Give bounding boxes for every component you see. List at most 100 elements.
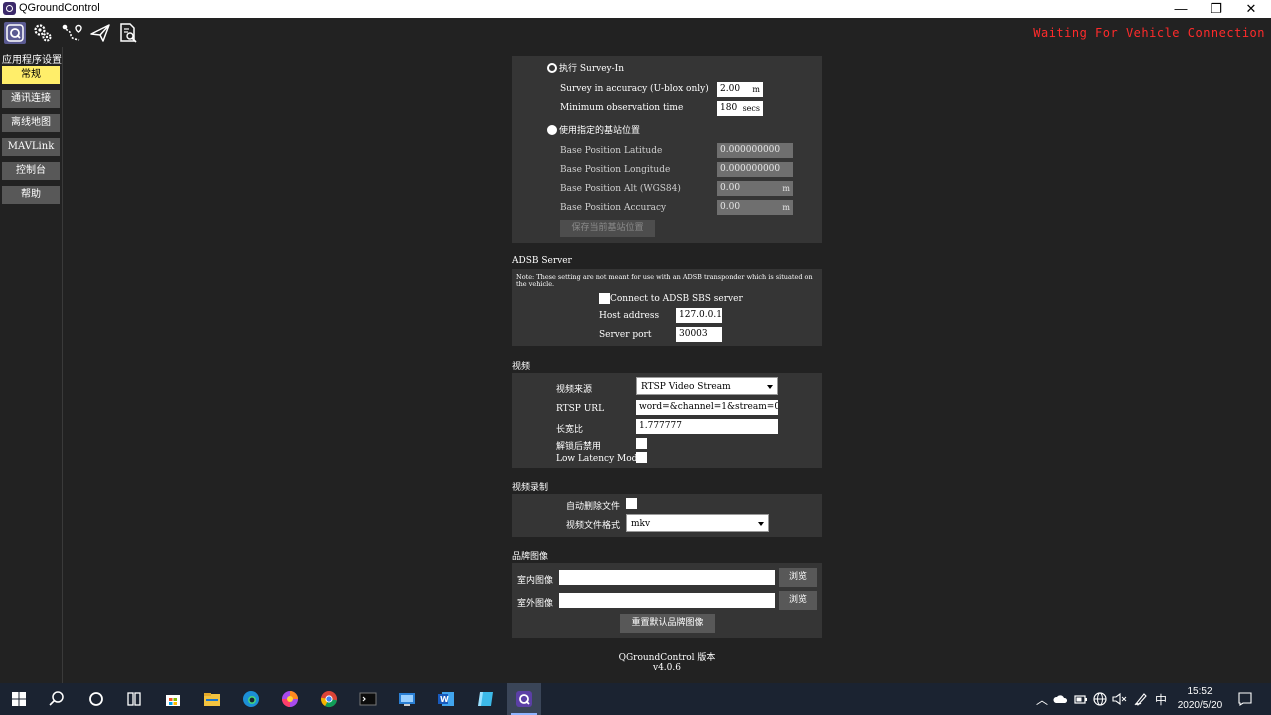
save-base-position-button[interactable]: 保存当前基站位置 — [560, 220, 655, 237]
version-label: QGroundControl 版本 — [618, 653, 716, 663]
video-source-value: RTSP Video Stream — [641, 382, 731, 392]
firefox-icon[interactable] — [281, 690, 299, 708]
notepad-icon[interactable] — [476, 690, 494, 708]
sidebar-heading: 应用程序设置 — [2, 55, 62, 66]
auto-delete-checkbox[interactable] — [626, 498, 637, 509]
qgc-logo-icon[interactable] — [4, 22, 26, 44]
close-button[interactable]: ✕ — [1233, 0, 1269, 18]
low-latency-checkbox[interactable] — [636, 452, 647, 463]
sidebar-item-console[interactable]: 控制台 — [2, 162, 60, 180]
video-source-label: 视频来源 — [556, 385, 593, 395]
base-acc-label: Base Position Accuracy — [560, 203, 667, 213]
rtsp-url-field[interactable]: word=&channel=1&stream=0.sdp? — [636, 400, 778, 415]
base-lon-field[interactable]: 0.000000000 — [717, 162, 793, 177]
power-icon[interactable] — [1073, 691, 1089, 707]
host-address-label: Host address — [599, 311, 660, 321]
restore-button[interactable]: ❐ — [1198, 0, 1234, 18]
sidebar-item-help[interactable]: 帮助 — [2, 186, 60, 204]
server-port-field[interactable]: 30003 — [676, 327, 722, 342]
outdoor-image-label: 室外图像 — [517, 599, 554, 609]
min-time-unit: secs — [742, 104, 760, 113]
sidebar-item-mavlink[interactable]: MAVLink — [2, 138, 60, 156]
video-section-title: 视频 — [512, 362, 531, 372]
server-port-label: Server port — [599, 330, 652, 340]
base-acc-value: 0.00 — [720, 202, 741, 212]
clock-date: 2020/5/20 — [1177, 700, 1223, 711]
min-time-label: Minimum observation time — [560, 103, 684, 113]
base-lat-field[interactable]: 0.000000000 — [717, 143, 793, 158]
disable-when-armed-label: 解锁后禁用 — [556, 442, 602, 452]
plan-view-icon[interactable] — [61, 22, 83, 44]
outdoor-image-field[interactable] — [559, 593, 775, 608]
onedrive-icon[interactable] — [1053, 691, 1069, 707]
file-format-value: mkv — [631, 519, 651, 529]
search-icon[interactable] — [48, 690, 66, 708]
disable-when-armed-checkbox[interactable] — [636, 438, 647, 449]
aspect-ratio-field[interactable]: 1.777777 — [636, 419, 778, 434]
settings-gears-icon[interactable] — [32, 22, 54, 44]
analyze-icon[interactable] — [117, 22, 139, 44]
base-lon-label: Base Position Longitude — [560, 165, 671, 175]
notification-icon[interactable] — [1237, 691, 1253, 707]
file-explorer-icon[interactable] — [203, 690, 221, 708]
base-acc-field[interactable]: 0.00 m — [717, 200, 793, 215]
fly-view-icon[interactable] — [89, 22, 111, 44]
chevron-up-icon[interactable]: ︿ — [1036, 691, 1048, 708]
sidebar-item-general[interactable]: 常规 — [2, 66, 60, 84]
task-view-icon[interactable] — [125, 690, 143, 708]
adsb-connect-label: Connect to ADSB SBS server — [610, 294, 743, 304]
file-format-label: 视频文件格式 — [566, 521, 621, 531]
base-alt-unit: m — [782, 184, 790, 193]
indoor-image-field[interactable] — [559, 570, 775, 585]
pen-icon[interactable] — [1133, 691, 1149, 707]
store-icon[interactable] — [164, 690, 182, 708]
chrome-icon[interactable] — [320, 690, 338, 708]
terminal-icon[interactable] — [359, 690, 377, 708]
qgc-app-icon — [3, 2, 16, 15]
network-icon[interactable] — [1092, 691, 1108, 707]
remote-desktop-icon[interactable] — [398, 690, 416, 708]
chevron-down-icon — [767, 385, 773, 389]
accuracy-field[interactable]: 2.00 m — [717, 82, 763, 97]
accuracy-value: 2.00 — [720, 84, 741, 94]
word-icon[interactable]: W — [437, 690, 455, 708]
vehicle-status-text: Waiting For Vehicle Connection — [1033, 26, 1265, 40]
qgc-taskbar-item[interactable] — [507, 683, 541, 715]
windows-start-icon[interactable] — [10, 690, 28, 708]
outdoor-browse-button[interactable]: 浏览 — [779, 591, 817, 610]
settings-sidebar: 应用程序设置 常规 通讯连接 离线地图 MAVLink 控制台 帮助 — [0, 47, 63, 683]
fixed-base-label: 使用指定的基站位置 — [559, 126, 641, 136]
video-source-select[interactable]: RTSP Video Stream — [636, 377, 778, 395]
taskbar-clock[interactable]: 15:52 2020/5/20 — [1173, 685, 1227, 713]
version-value: v4.0.6 — [653, 663, 681, 673]
rtsp-url-label: RTSP URL — [556, 404, 605, 414]
main-toolbar: Waiting For Vehicle Connection — [0, 18, 1271, 47]
adsb-note: Note: These setting are not meant for us… — [516, 273, 813, 288]
sidebar-item-offline-maps[interactable]: 离线地图 — [2, 114, 60, 132]
reset-brand-image-button[interactable]: 重置默认品牌图像 — [620, 614, 715, 633]
low-latency-label: Low Latency Mode — [556, 454, 643, 464]
indoor-browse-button[interactable]: 浏览 — [779, 568, 817, 587]
svg-text:W: W — [440, 695, 449, 704]
adsb-connect-checkbox[interactable] — [599, 293, 610, 304]
adsb-section-title: ADSB Server — [512, 256, 572, 266]
edge-browser-icon[interactable] — [242, 690, 260, 708]
indoor-image-label: 室内图像 — [517, 576, 554, 586]
accuracy-label: Survey in accuracy (U-blox only) — [560, 84, 709, 94]
survey-in-radio[interactable] — [547, 63, 557, 73]
survey-in-label: 执行 Survey-In — [559, 64, 625, 74]
fixed-base-radio[interactable] — [547, 125, 557, 135]
volume-muted-icon[interactable] — [1111, 691, 1127, 707]
cortana-icon[interactable] — [87, 690, 105, 708]
window-title-bar: QGroundControl — ❐ ✕ — [0, 0, 1271, 18]
ime-indicator[interactable]: 中 — [1155, 691, 1167, 708]
sidebar-item-comm-links[interactable]: 通讯连接 — [2, 90, 60, 108]
min-time-field[interactable]: 180 secs — [717, 101, 763, 116]
host-address-field[interactable]: 127.0.0.1 — [676, 308, 722, 323]
base-alt-field[interactable]: 0.00 m — [717, 181, 793, 196]
window-title: QGroundControl — [19, 2, 100, 14]
auto-delete-label: 自动删除文件 — [566, 502, 621, 512]
recording-section-title: 视频录制 — [512, 483, 549, 493]
file-format-select[interactable]: mkv — [626, 514, 769, 532]
minimize-button[interactable]: — — [1163, 0, 1199, 18]
